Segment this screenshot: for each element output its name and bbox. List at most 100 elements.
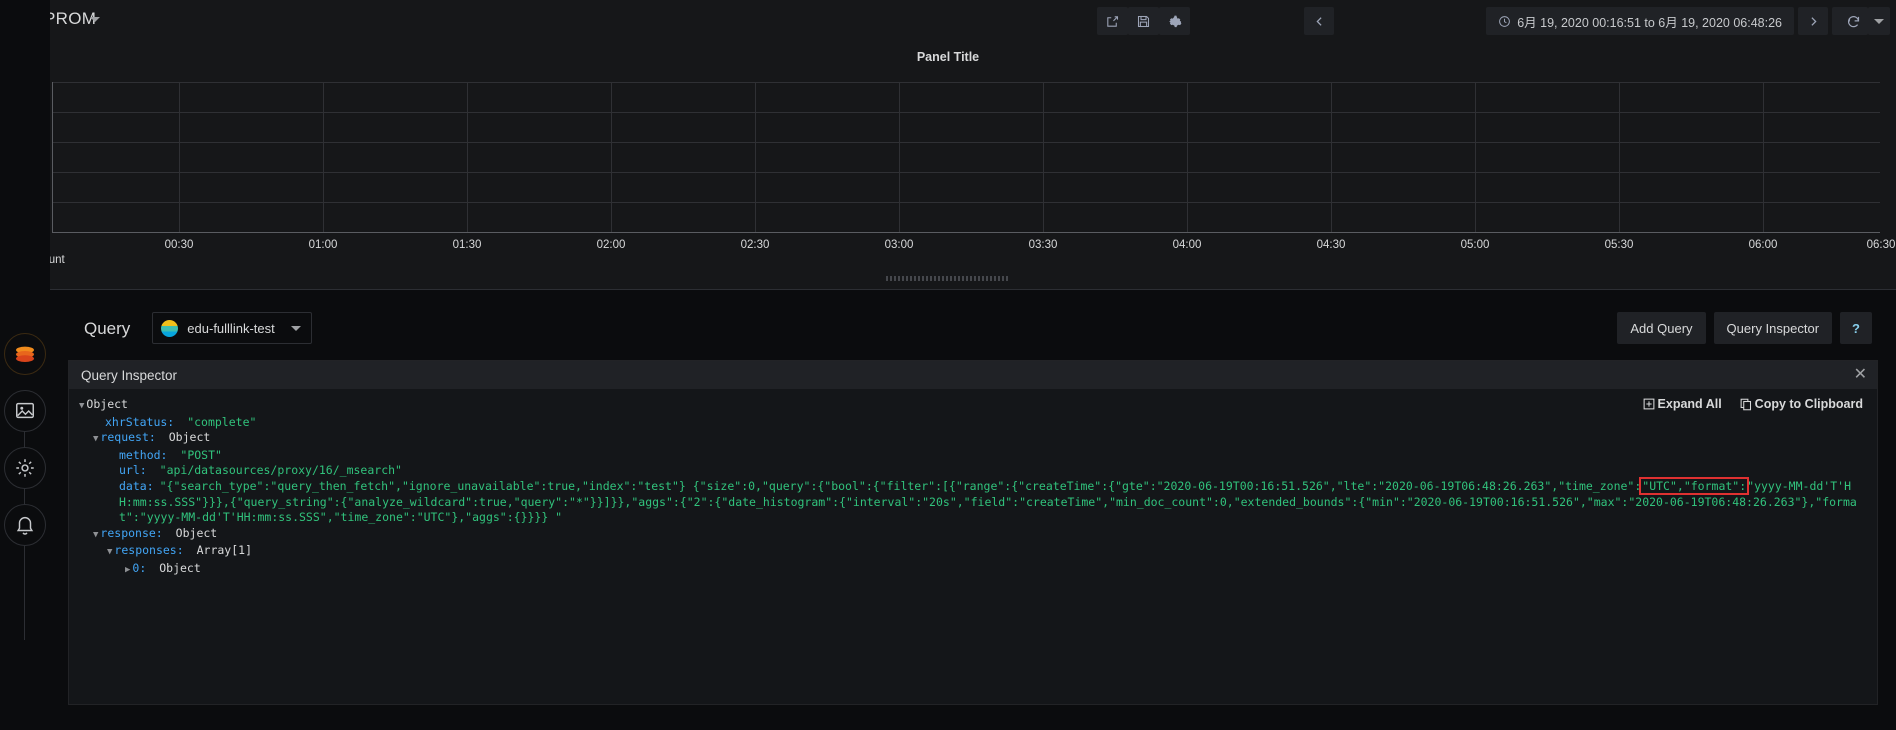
x-axis-tick: 01:30 [452, 239, 482, 251]
query-inspector-panel: Query Inspector ✕ Expand All Copy to Cli… [68, 360, 1878, 705]
json-node-request[interactable]: ▼ request: Object [79, 430, 1877, 448]
query-inspector-button[interactable]: Query Inspector [1713, 312, 1833, 344]
share-dashboard-button[interactable] [1097, 7, 1128, 35]
dashboard-settings-button[interactable] [1159, 7, 1190, 35]
refresh-icon [1847, 15, 1859, 27]
gridline-y [53, 82, 1880, 83]
json-node-response[interactable]: ▼ response: Object [79, 526, 1877, 544]
json-node-root[interactable]: ▼ Object [79, 397, 1877, 415]
x-axis-tick: 03:30 [1028, 239, 1058, 251]
page-title[interactable]: PROM [44, 9, 96, 29]
json-key: request: [100, 430, 156, 445]
query-toolbar: Query edu-fulllink-test ? Query Inspecto… [84, 312, 1872, 346]
bell-icon [16, 517, 34, 535]
x-axis-tick: 06:00 [1748, 239, 1778, 251]
x-axis-tick: 03:00 [884, 239, 914, 251]
refresh-button[interactable] [1838, 7, 1868, 35]
json-key: 0: [132, 560, 147, 575]
panel-title[interactable]: Panel Title [0, 50, 1896, 64]
add-query-button[interactable]: Add Query [1617, 312, 1706, 344]
json-node-method: method: "POST" [79, 448, 1877, 464]
time-range-back-button[interactable] [1304, 7, 1334, 35]
json-value-type: Array[1] [196, 543, 252, 558]
time-range-forward-button[interactable] [1798, 7, 1828, 35]
json-value-highlight: "UTC","format": [1639, 476, 1750, 495]
gear-icon [16, 459, 34, 477]
chevron-down-icon [291, 325, 302, 331]
gridline-x [1619, 82, 1620, 232]
json-node-xhrstatus: xhrStatus: "complete" [79, 415, 1877, 431]
query-inspector-header: Query Inspector ✕ [69, 361, 1877, 389]
x-axis-tick: 04:00 [1172, 239, 1202, 251]
gridline-y [53, 142, 1880, 143]
caret-down-icon[interactable]: ▼ [93, 434, 98, 444]
x-axis-tick: 06:30 [1866, 239, 1896, 251]
gridline-x [755, 82, 756, 232]
sidebar-item-grafana-logo[interactable] [4, 333, 46, 375]
caret-down-icon[interactable]: ▼ [107, 547, 112, 557]
chevron-left-icon [1315, 16, 1322, 26]
time-range-picker[interactable]: 6月 19, 2020 00:16:51 to 6月 19, 2020 06:4… [1486, 7, 1794, 35]
share-icon [1107, 15, 1119, 27]
json-root-type: Object [86, 397, 128, 411]
sidebar-item-dashboards[interactable] [4, 390, 46, 432]
query-editor-pane: Query edu-fulllink-test ? Query Inspecto… [0, 289, 1896, 730]
clock-icon [1499, 15, 1511, 27]
gridline-x [467, 82, 468, 232]
x-axis-tick: 00:30 [164, 239, 194, 251]
gridline-y [53, 112, 1880, 113]
chevron-down-icon[interactable] [90, 17, 100, 22]
graph-panel: Panel Title 1.25 1.00 0.75 0.50 0.25 0 0… [0, 42, 1896, 289]
dashboard-image-icon [16, 402, 34, 419]
panel-resize-handle[interactable] [886, 276, 1010, 281]
json-value-type: Object [159, 560, 201, 575]
json-tree-viewer[interactable]: ▼ Object xhrStatus: "complete" ▼ request: … [79, 389, 1877, 704]
close-icon[interactable]: ✕ [1854, 365, 1867, 385]
x-axis-tick: 02:00 [596, 239, 626, 251]
gridline-x [1475, 82, 1476, 232]
gridline-y [53, 172, 1880, 173]
x-axis-tick: 05:30 [1604, 239, 1634, 251]
sidebar-item-alerting[interactable] [4, 504, 46, 546]
x-axis-tick: 05:00 [1460, 239, 1490, 251]
save-disk-icon [1137, 15, 1150, 27]
json-value: "complete" [187, 414, 257, 429]
json-value: "POST" [180, 447, 222, 462]
caret-down-icon[interactable]: ▼ [79, 401, 84, 411]
gear-icon [1168, 15, 1181, 28]
chevron-down-icon [1874, 18, 1884, 24]
json-key: data: [119, 478, 154, 493]
json-key: url: [119, 463, 147, 478]
json-value-part1: "{"search_type":"query_then_fetch","igno… [159, 478, 1642, 493]
refresh-interval-dropdown[interactable] [1868, 7, 1890, 35]
help-button[interactable]: ? [1840, 312, 1872, 344]
json-node-url: url: "api/datasources/proxy/16/_msearch" [79, 463, 1877, 479]
json-key: responses: [114, 543, 184, 558]
elasticsearch-icon [161, 319, 179, 337]
query-label: Query [84, 319, 131, 338]
datasource-name: edu-fulllink-test [187, 320, 275, 336]
left-nav-rail [0, 0, 50, 730]
datasource-picker[interactable]: edu-fulllink-test [152, 312, 313, 344]
gridline-x [1043, 82, 1044, 232]
json-key: response: [100, 525, 163, 540]
json-value: "api/datasources/proxy/16/_msearch" [159, 463, 402, 478]
x-axis-tick: 04:30 [1316, 239, 1346, 251]
sidebar-item-configuration[interactable] [4, 447, 46, 489]
json-node-responses[interactable]: ▼ responses: Array[1] [79, 543, 1877, 561]
json-key: xhrStatus: [105, 414, 175, 429]
caret-right-icon[interactable]: ▶ [125, 565, 130, 575]
time-range-label: 6月 19, 2020 00:16:51 to 6月 19, 2020 06:4… [1517, 15, 1782, 30]
grafana-logo-icon [16, 346, 34, 362]
json-node-response-item[interactable]: ▶ 0: Object [79, 561, 1877, 579]
gridline-x [1187, 82, 1188, 232]
gridline-x [179, 82, 180, 232]
caret-down-icon[interactable]: ▼ [93, 530, 98, 540]
json-value-type: Object [168, 430, 211, 445]
chevron-right-icon [1810, 16, 1817, 26]
x-axis-tick: 01:00 [308, 239, 338, 251]
plot-area[interactable]: 1.25 1.00 0.75 0.50 0.25 0 00:30 01:00 0… [8, 75, 1896, 251]
save-dashboard-button[interactable] [1128, 7, 1159, 35]
x-axis-tick: 02:30 [740, 239, 770, 251]
gridline-x [1331, 82, 1332, 232]
